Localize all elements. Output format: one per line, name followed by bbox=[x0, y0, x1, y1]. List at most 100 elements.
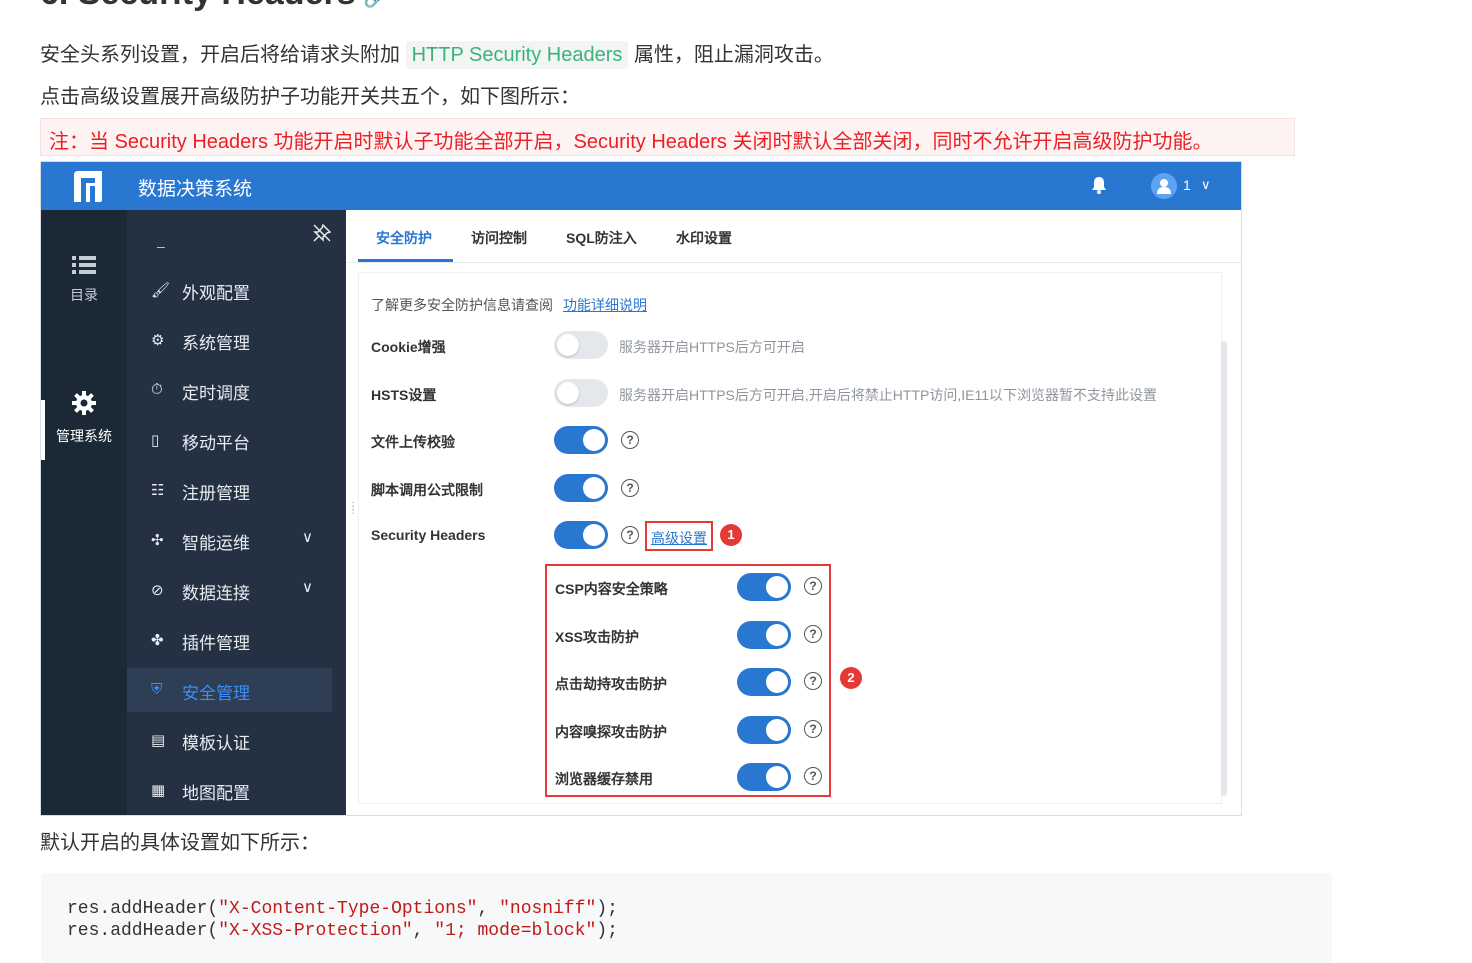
scrollbar[interactable] bbox=[1221, 341, 1227, 796]
sub-setting-toggle[interactable] bbox=[737, 668, 791, 696]
setting-label: Security Headers bbox=[371, 527, 486, 543]
sub-setting-label: CSP内容安全策略 bbox=[555, 581, 668, 597]
callout-badge-1: 1 bbox=[720, 524, 742, 546]
tab-watermark[interactable]: 水印设置 bbox=[676, 228, 732, 248]
sidebar: – 🖌 外观配置 ⚙ 系统管理 ⏱ 定时调度 ▯ 移动平台 ☷ 注册管理 ✣ 智能运维 ∨ ⊘ 数据连接 ∨ ✤… bbox=[127, 210, 346, 815]
anchor-link-icon[interactable]: 🔗 bbox=[364, 0, 386, 8]
sidebar-item[interactable]: ⚙ 系统管理 bbox=[127, 318, 332, 362]
sub-setting-toggle[interactable] bbox=[737, 620, 791, 649]
user-name[interactable]: 1 bbox=[1183, 177, 1191, 193]
certificate-icon: ▤ bbox=[151, 732, 166, 749]
puzzle-icon: ✤ bbox=[151, 632, 164, 649]
gear-icon bbox=[72, 391, 96, 415]
chevron-down-icon[interactable]: ∨ bbox=[302, 528, 313, 546]
tab-sql-injection[interactable]: SQL防注入 bbox=[566, 228, 637, 248]
link-icon: ⊘ bbox=[151, 582, 164, 599]
tab-security[interactable]: 安全防护 bbox=[376, 228, 432, 248]
help-icon[interactable]: ? bbox=[621, 478, 639, 497]
doc-heading: 6. Security Headers🔗 bbox=[40, 0, 386, 13]
help-icon[interactable]: ? bbox=[804, 624, 822, 643]
sidebar-item-label: 系统管理 bbox=[182, 334, 250, 353]
list-icon bbox=[72, 256, 96, 274]
user-avatar[interactable] bbox=[1151, 173, 1177, 199]
tab-active-indicator bbox=[358, 259, 453, 262]
setting-label: 文件上传校验 bbox=[371, 434, 455, 450]
bell-icon[interactable] bbox=[1091, 176, 1107, 194]
advanced-settings-link[interactable]: 高级设置 bbox=[645, 521, 713, 551]
help-icon[interactable]: ? bbox=[804, 767, 822, 785]
setting-label: 脚本调用公式限制 bbox=[371, 481, 483, 498]
sidebar-item-label: 移动平台 bbox=[182, 434, 250, 453]
sub-setting-toggle[interactable] bbox=[737, 715, 791, 744]
sidebar-item-label: 模板认证 bbox=[182, 734, 250, 753]
tablet-icon: ▯ bbox=[151, 432, 160, 449]
rail-directory[interactable]: 目录 bbox=[41, 255, 127, 305]
code-block: res.addHeader("X-Content-Type-Options", … bbox=[41, 873, 1332, 963]
setting-hint: 服务器开启HTTPS后方可开启 bbox=[619, 339, 805, 355]
sidebar-item[interactable]: ⛨ 安全管理 bbox=[127, 668, 332, 712]
sub-setting-toggle[interactable] bbox=[737, 573, 791, 601]
help-icon[interactable]: ? bbox=[804, 719, 822, 738]
help-icon[interactable]: ? bbox=[621, 431, 639, 449]
sidebar-item[interactable]: ☷ 注册管理 bbox=[127, 468, 332, 512]
setting-label: Cookie增强 bbox=[371, 339, 446, 355]
network-icon: ✣ bbox=[151, 532, 164, 549]
sidebar-item-label: 数据连接 bbox=[182, 584, 250, 603]
shield-icon: ⛨ bbox=[151, 681, 163, 698]
sidebar-item[interactable]: ✣ 智能运维 ∨ bbox=[127, 518, 332, 562]
nav-rail: 目录 管理系统 bbox=[41, 210, 127, 815]
setting-label: HSTS设置 bbox=[371, 386, 437, 403]
embedded-screenshot: 数据决策系统 1 ∨ 目录 管理系统 – 🖌 外观配置 ⚙ 系统管理 ⏱ 定时调… bbox=[41, 162, 1241, 815]
instruction-paragraph: 点击高级设置展开高级防护子功能开关共五个，如下图所示： bbox=[40, 86, 580, 108]
sub-setting-label: 浏览器缓存禁用 bbox=[555, 771, 653, 787]
rail-management[interactable]: 管理系统 bbox=[41, 390, 127, 460]
setting-toggle[interactable] bbox=[554, 473, 608, 502]
intro-paragraph: 安全头系列设置，开启后将给请求头附加 HTTP Security Headers… bbox=[40, 38, 834, 69]
setting-toggle[interactable] bbox=[554, 521, 608, 549]
drag-handle-icon[interactable]: ⋮ ⋮ bbox=[348, 502, 358, 521]
feature-docs-link[interactable]: 功能详细说明 bbox=[563, 297, 647, 313]
setting-toggle[interactable] bbox=[554, 378, 608, 407]
advanced-settings-box: CSP内容安全策略? XSS攻击防护? 点击劫持攻击防护? 内容嗅探攻击防护? 浏览器缓… bbox=[545, 564, 831, 797]
sidebar-item[interactable]: ⊘ 数据连接 ∨ bbox=[127, 568, 332, 612]
main-content: 安全防护 访问控制 SQL防注入 水印设置 ⋮ ⋮ 了解更多安全防护信息请查阅 功能… bbox=[346, 210, 1241, 815]
register-icon: ☷ bbox=[151, 482, 165, 499]
security-panel: 了解更多安全防护信息请查阅 功能详细说明 Cookie增强服务器开启HTTPS后方… bbox=[358, 272, 1227, 804]
tab-access-control[interactable]: 访问控制 bbox=[471, 228, 527, 248]
callout-badge-2: 2 bbox=[840, 667, 862, 689]
app-topbar: 数据决策系统 1 ∨ bbox=[41, 162, 1241, 210]
chevron-down-icon[interactable]: ∨ bbox=[302, 578, 313, 596]
sidebar-item[interactable]: ▦ 地图配置 bbox=[127, 768, 332, 812]
help-icon[interactable]: ? bbox=[621, 526, 639, 544]
stopwatch-icon: ⏱ bbox=[151, 381, 163, 398]
sidebar-item[interactable]: ⏱ 定时调度 bbox=[127, 368, 332, 412]
info-text: 了解更多安全防护信息请查阅 功能详细说明 bbox=[371, 297, 647, 313]
setting-toggle[interactable] bbox=[554, 331, 608, 359]
sidebar-item-label: 定时调度 bbox=[182, 384, 250, 403]
help-icon[interactable]: ? bbox=[804, 672, 822, 690]
warning-note: 注：当 Security Headers 功能开启时默认子功能全部开启，Secu… bbox=[40, 118, 1295, 156]
chevron-down-icon[interactable]: ∨ bbox=[1201, 177, 1211, 193]
user-icon bbox=[1157, 179, 1171, 194]
sidebar-item[interactable]: ▯ 移动平台 bbox=[127, 418, 332, 462]
app-logo-icon bbox=[74, 171, 102, 202]
sub-setting-label: 内容嗅探攻击防护 bbox=[555, 723, 667, 740]
sidebar-item[interactable]: 🖌 外观配置 bbox=[127, 268, 332, 312]
sidebar-item-label: 地图配置 bbox=[182, 784, 250, 803]
sidebar-collapse[interactable]: – bbox=[157, 238, 165, 254]
code-line: res.addHeader("X-Content-Type-Options", … bbox=[67, 899, 618, 919]
sidebar-item[interactable]: ✤ 插件管理 bbox=[127, 618, 332, 662]
tab-bar: 安全防护 访问控制 SQL防注入 水印设置 bbox=[346, 210, 1241, 263]
setting-hint: 服务器开启HTTPS后方可开启,开启后将禁止HTTP访问,IE11以下浏览器暂不… bbox=[619, 386, 1157, 403]
sidebar-item-label: 外观配置 bbox=[182, 284, 250, 303]
gear-icon: ⚙ bbox=[151, 332, 165, 349]
sidebar-item-label: 安全管理 bbox=[182, 684, 250, 703]
sidebar-item[interactable]: ▤ 模板认证 bbox=[127, 718, 332, 762]
help-icon[interactable]: ? bbox=[804, 577, 822, 595]
setting-toggle[interactable] bbox=[554, 426, 608, 454]
sub-setting-label: 点击劫持攻击防护 bbox=[555, 676, 667, 692]
pin-icon[interactable] bbox=[313, 224, 331, 242]
sub-setting-label: XSS攻击防护 bbox=[555, 628, 640, 645]
sidebar-item-label: 智能运维 bbox=[182, 534, 250, 553]
sub-setting-toggle[interactable] bbox=[737, 763, 791, 791]
